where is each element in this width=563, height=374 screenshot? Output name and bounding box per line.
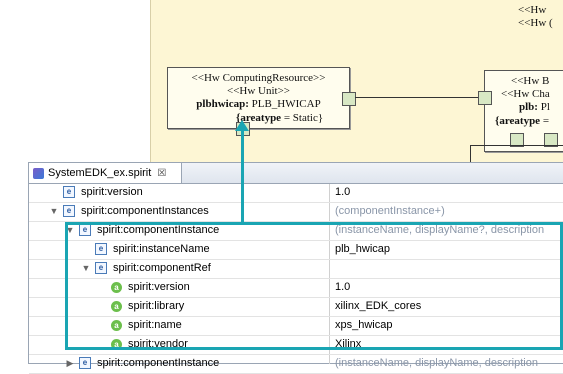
node-value: (instanceName, displayName, description [335, 357, 538, 369]
port-square[interactable] [478, 91, 492, 105]
expand-right-icon[interactable]: ▶ [65, 358, 75, 369]
hw-stereotype-label-2: <<Hw ( [518, 17, 553, 29]
tab-systemedk-spirit[interactable]: SystemEDK_ex.spirit ☒ [29, 163, 182, 183]
highlight-connector [241, 128, 244, 224]
part-name: plbhwicap: [196, 98, 249, 110]
tree-row[interactable]: e spirit:version 1.0 [29, 184, 563, 203]
bus-part-label: plb: Pl [519, 101, 550, 113]
stereotype-hw-channel: <<Hw Cha [501, 88, 550, 100]
tree-node: ▶ e spirit:componentInstance [65, 357, 219, 369]
tab-title: SystemEDK_ex.spirit [48, 167, 152, 179]
part-name-label: plbhwicap: PLB_HWICAP [168, 98, 349, 110]
node-value[interactable]: 1.0 [335, 186, 350, 198]
highlight-frame [65, 222, 563, 350]
bus-part-type: Pl [537, 101, 550, 113]
node-name: spirit:componentInstance [97, 357, 220, 369]
bus-areatype-property: {areatype = [495, 115, 549, 127]
element-icon: e [63, 186, 75, 198]
bus-areatype-key: {areatype [495, 115, 541, 127]
tree-node: ▼ e spirit:componentInstances [49, 205, 209, 217]
highlight-arrow-icon [235, 120, 249, 131]
areatype-value: = Static} [281, 112, 324, 124]
node-name: spirit:version [81, 186, 143, 198]
connector-line [355, 97, 485, 98]
bus-part-name: plb: [519, 101, 538, 113]
editor-tab-bar: SystemEDK_ex.spirit ☒ [29, 163, 563, 184]
tree-node: e spirit:version [49, 186, 143, 198]
stereotype-computing-resource: <<Hw ComputingResource>> [191, 72, 326, 84]
spirit-file-icon [33, 167, 44, 179]
bus-areatype-value: = [540, 115, 550, 127]
tree-row[interactable]: ▼ e spirit:componentInstances (componentIns… [29, 203, 563, 222]
stereotype-hw-unit: <<Hw Unit>> [226, 85, 290, 97]
hw-stereotype-label-1: <<Hw [518, 4, 547, 16]
tree-row[interactable]: ▶ e spirit:componentInstance (instanceName,… [29, 355, 563, 374]
close-icon[interactable]: ☒ [157, 168, 166, 179]
port-square[interactable] [342, 92, 356, 106]
element-icon: e [63, 205, 75, 217]
expand-down-icon[interactable]: ▼ [49, 206, 59, 216]
part-type: PLB_HWICAP [248, 98, 321, 110]
hw-computing-resource-box[interactable]: <<Hw ComputingResource>> <<Hw Unit>> plb… [167, 67, 350, 129]
stereotype-hw-bus: <<Hw B [511, 75, 550, 87]
connector-line [470, 145, 563, 146]
element-icon: e [79, 357, 91, 369]
node-value: (componentInstance+) [335, 205, 445, 217]
node-name: spirit:componentInstances [81, 205, 209, 217]
